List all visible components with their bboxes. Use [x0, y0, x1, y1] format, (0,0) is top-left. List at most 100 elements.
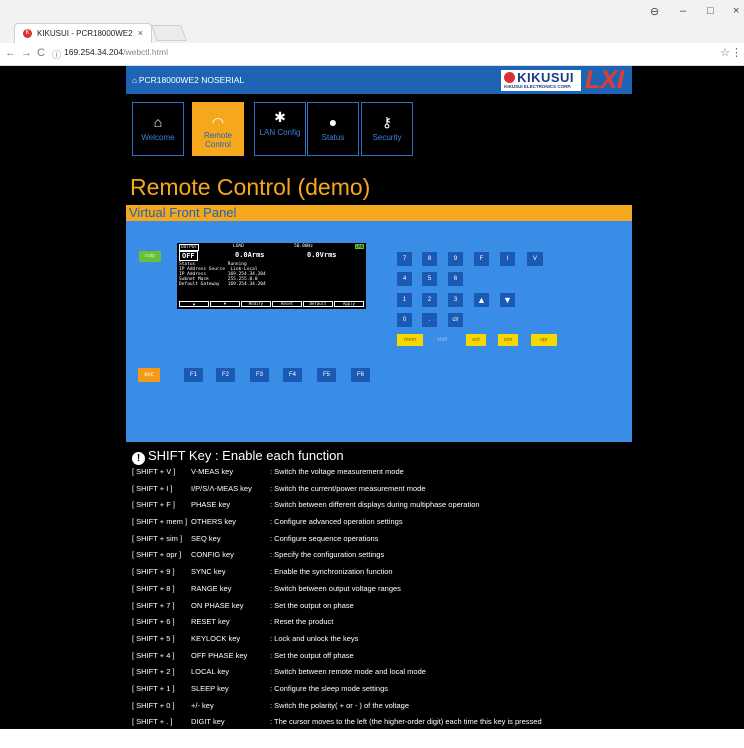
key-f[interactable]: F — [474, 252, 489, 266]
shift-key-name: LOCAL key — [191, 667, 230, 677]
profile-icon[interactable]: ⊖ — [650, 5, 659, 18]
key-dot[interactable]: . — [422, 313, 437, 327]
key-6[interactable]: 6 — [448, 272, 463, 286]
sim-button[interactable]: sim — [498, 334, 518, 346]
key-7[interactable]: 7 — [397, 252, 412, 266]
url-field[interactable]: 169.254.34.204/webctl.html — [64, 47, 168, 57]
key-i[interactable]: I — [500, 252, 515, 266]
f6-button[interactable]: F6 — [351, 368, 370, 382]
shift-combo: [ SHIFT + clr ] — [132, 734, 179, 743]
shift-description: : Set the output on phase — [270, 600, 354, 610]
arrow-up-icon[interactable]: ▲ — [474, 293, 489, 307]
shift-description: : Switch between output voltage ranges — [270, 583, 401, 593]
shift-description: : Set the output off phase — [270, 650, 354, 660]
key-2[interactable]: 2 — [422, 293, 437, 307]
softkey-label: Apply — [334, 301, 364, 307]
shift-row: [ SHIFT + 1 ] SLEEP key: Configure the sl… — [132, 681, 732, 698]
url-host: 169.254.34.204 — [64, 47, 124, 57]
shift-combo: [ SHIFT + 4 ] — [132, 650, 175, 660]
virtual-front-panel: outp OUTPUT OFF LOAD 0.0Arms 50.00Hz 0.0… — [126, 221, 632, 442]
shift-description: : Lock and unlock the keys — [270, 633, 359, 643]
mem-button[interactable]: mem — [397, 334, 423, 346]
shift-row: [ SHIFT + mem ] OTHERS key: Configure adv… — [132, 514, 732, 531]
shift-description: : Switch between remote mode and local m… — [270, 667, 426, 677]
f3-button[interactable]: F3 — [250, 368, 269, 382]
key-1[interactable]: 1 — [397, 293, 412, 307]
output-button[interactable]: outp — [139, 251, 161, 262]
reload-icon[interactable]: C — [37, 47, 45, 59]
shift-key-name: RESET key — [191, 617, 230, 627]
shift-row: [ SHIFT + opr ] CONFIG key: Specify the c… — [132, 547, 732, 564]
shift-combo: [ SHIFT + 1 ] — [132, 683, 175, 693]
maximize-button[interactable]: □ — [707, 5, 714, 17]
shift-description: : Switch between different displays duri… — [270, 500, 480, 510]
key-5[interactable]: 5 — [422, 272, 437, 286]
nav-welcome[interactable]: ⌂ Welcome — [132, 102, 184, 156]
shift-description: : Specify the configuration settings — [270, 550, 385, 560]
nav-remote-control[interactable]: ◠ Remote Control — [192, 102, 244, 156]
f5-button[interactable]: F5 — [317, 368, 336, 382]
key-4[interactable]: 4 — [397, 272, 412, 286]
logo: KIKUSUI KIKUSUI ELECTRONICS CORP. LXI — [501, 68, 624, 93]
f2-button[interactable]: F2 — [216, 368, 235, 382]
key-3[interactable]: 3 — [448, 293, 463, 307]
shift-row: [ SHIFT + . ] DIGIT key: The cursor moves… — [132, 714, 732, 731]
nav-label: Security — [372, 133, 402, 142]
shift-combo: [ SHIFT + mem ] — [132, 517, 188, 527]
shift-row: [ SHIFT + 6 ] RESET key : Reset the produc… — [132, 614, 732, 631]
info-icon[interactable]: ⓘ — [52, 48, 61, 61]
shift-row: [ SHIFT + 9 ] SYNC key: Enable the synchr… — [132, 564, 732, 581]
nav-lan-config[interactable]: ✱ LAN Config — [254, 102, 306, 156]
nav-status[interactable]: ● Status — [307, 102, 359, 156]
shift-description: : Clear alarms — [270, 734, 317, 743]
logo-text: KIKUSUI — [517, 69, 575, 85]
f4-button[interactable]: F4 — [283, 368, 302, 382]
shift-combo: [ SHIFT + sim ] — [132, 533, 183, 543]
ent-button[interactable]: ent — [466, 334, 486, 346]
opr-button[interactable]: opr — [531, 334, 557, 346]
nav-security[interactable]: ⚷ Security — [361, 102, 413, 156]
arrow-down-icon[interactable]: ▼ — [500, 293, 515, 307]
shift-combo: [ SHIFT + 9 ] — [132, 567, 175, 577]
shift-description: : Reset the product — [270, 617, 334, 627]
forward-arrow-icon[interactable]: → — [21, 47, 32, 59]
shift-row: [ SHIFT + clr ] ALM CLR key: Clear alarms — [132, 731, 732, 748]
shift-row: [ SHIFT + 5 ] KEYLOCK key: Lock and unloc… — [132, 631, 732, 648]
lcd-voltage: 0.0Vrms — [307, 251, 337, 259]
shift-key-name: RANGE key — [191, 583, 232, 593]
nav-label: Status — [321, 133, 345, 142]
tab-strip: K KIKUSUI - PCR18000WE2 × ⊖ – □ × — [0, 0, 744, 43]
close-window-button[interactable]: × — [733, 5, 739, 17]
f1-button[interactable]: F1 — [184, 368, 203, 382]
shift-description: : Configure the sleep mode settings — [270, 683, 388, 693]
shift-combo: [ SHIFT + 2 ] — [132, 667, 175, 677]
lcd-output-label: OUTPUT — [179, 244, 200, 251]
lcd-frequency: 50.00Hz — [294, 244, 313, 249]
browser-tab[interactable]: K KIKUSUI - PCR18000WE2 × — [14, 23, 152, 43]
lcd-display: OUTPUT OFF LOAD 0.0Arms 50.00Hz 0.0Vrms … — [177, 243, 366, 309]
lcd-rows: Status Running IP Address Source Link-Lo… — [179, 262, 266, 287]
minimize-button[interactable]: – — [680, 5, 686, 17]
esc-button[interactable]: esc — [138, 368, 160, 382]
menu-icon[interactable]: ⋮ — [731, 46, 742, 59]
shift-description: : Configure advanced operation settings — [270, 517, 403, 527]
new-tab-button[interactable] — [151, 25, 187, 41]
key-clr[interactable]: clr — [448, 313, 463, 327]
bookmark-star-icon[interactable]: ☆ — [720, 46, 730, 59]
tab-close-icon[interactable]: × — [138, 28, 143, 38]
key-9[interactable]: 9 — [448, 252, 463, 266]
key-0[interactable]: 0 — [397, 313, 412, 327]
softkey-label: Default — [303, 301, 333, 307]
key-v[interactable]: V — [527, 252, 543, 266]
logo-subtext: KIKUSUI ELECTRONICS CORP. — [504, 83, 572, 89]
key-8[interactable]: 8 — [422, 252, 437, 266]
back-arrow-icon[interactable]: ← — [5, 47, 16, 59]
shift-key-name: I/P/S/Λ-MEAS key — [191, 483, 252, 493]
shift-rows: [ SHIFT + V ] V-MEAS key: Switch the volt… — [132, 464, 732, 748]
shift-row: [ SHIFT + 0 ] +/- key: Switch the polarit… — [132, 698, 732, 715]
shift-combo: [ SHIFT + 6 ] — [132, 617, 175, 627]
browser-chrome: K KIKUSUI - PCR18000WE2 × ⊖ – □ × ← → C … — [0, 0, 744, 66]
shift-row: [ SHIFT + 7 ] ON PHASE key: Set the outpu… — [132, 598, 732, 615]
shift-combo: [ SHIFT + opr ] — [132, 550, 182, 560]
shift-label[interactable]: shift — [437, 337, 447, 343]
